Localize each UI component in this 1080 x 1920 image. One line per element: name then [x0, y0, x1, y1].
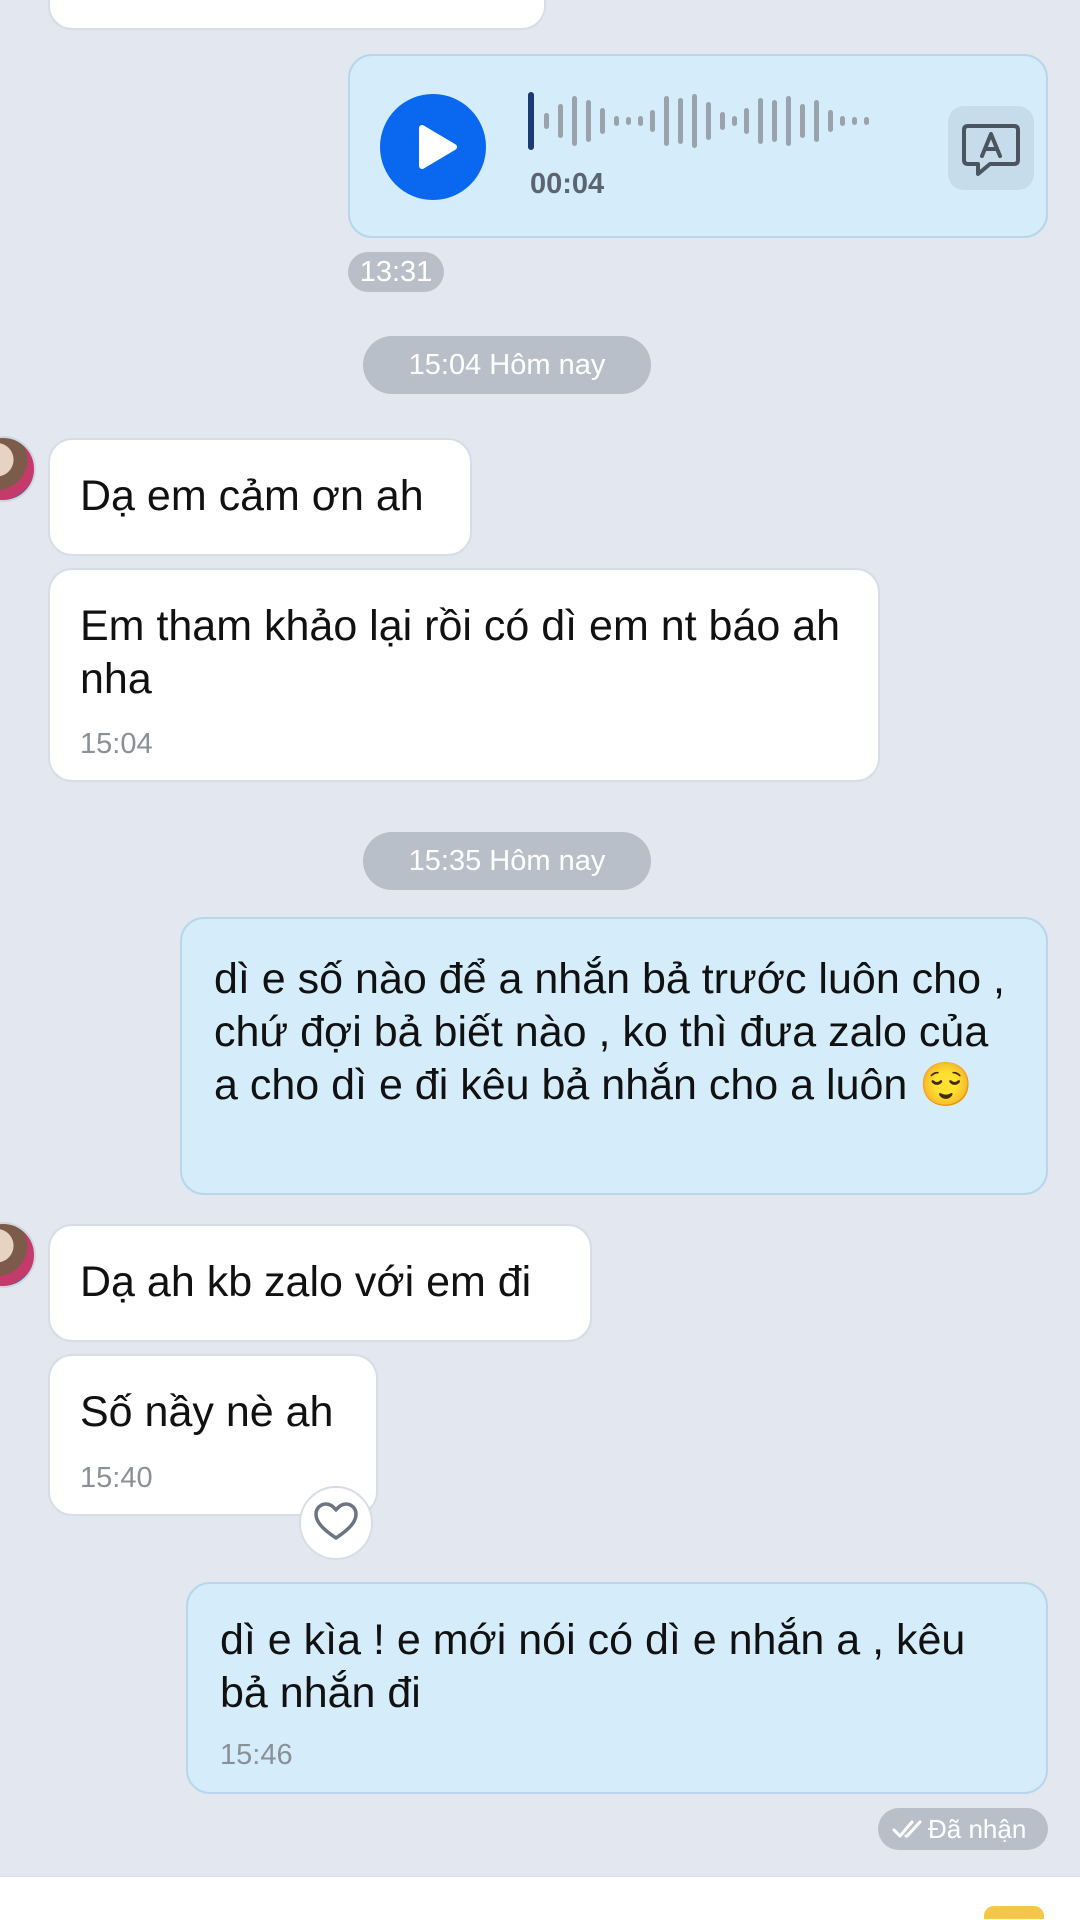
- message-bubble-incoming[interactable]: Em tham khảo lại rồi có dì em nt báo ah …: [48, 568, 880, 782]
- play-button[interactable]: [380, 94, 486, 200]
- speech-to-text-icon: [962, 124, 1020, 176]
- speech-to-text-button[interactable]: [948, 106, 1034, 190]
- sticker-button[interactable]: [984, 1906, 1044, 1919]
- message-text: Dạ em cảm ơn ah: [80, 472, 424, 520]
- heart-icon: [314, 1502, 358, 1540]
- message-text-content: dì e số nào để a nhắn bả trước luôn cho …: [214, 955, 1005, 1109]
- date-separator: 15:04 Hôm nay: [363, 336, 651, 394]
- message-time: 15:46: [220, 1739, 293, 1771]
- message-text: dì e số nào để a nhắn bả trước luôn cho …: [214, 953, 1024, 1112]
- message-text: Dạ ah kb zalo với em đi: [80, 1258, 532, 1306]
- voice-waveform[interactable]: [528, 86, 908, 156]
- previous-message-bubble[interactable]: [48, 0, 546, 30]
- message-bubble-outgoing[interactable]: dì e kìa ! e mới nói có dì e nhắn a , kê…: [186, 1582, 1048, 1794]
- message-time: 15:04: [80, 728, 153, 760]
- voice-message-bubble[interactable]: 00:04: [348, 54, 1048, 238]
- date-separator: 15:35 Hôm nay: [363, 832, 651, 890]
- message-bubble-incoming[interactable]: Dạ em cảm ơn ah: [48, 438, 472, 556]
- avatar[interactable]: [0, 436, 36, 502]
- received-status-label: Đã nhận: [928, 1814, 1027, 1844]
- message-text: Số nầy nè ah: [80, 1388, 334, 1436]
- avatar[interactable]: [0, 1222, 36, 1288]
- composer-bar[interactable]: [0, 1876, 1080, 1920]
- relieved-face-emoji: 😌: [919, 1061, 973, 1109]
- message-text: dì e kìa ! e mới nói có dì e nhắn a , kê…: [220, 1616, 966, 1717]
- react-button[interactable]: [299, 1486, 373, 1560]
- message-bubble-incoming[interactable]: Dạ ah kb zalo với em đi: [48, 1224, 592, 1342]
- double-check-icon: [892, 1820, 922, 1838]
- message-text: Em tham khảo lại rồi có dì em nt báo ah …: [80, 602, 841, 703]
- play-icon: [419, 125, 457, 169]
- voice-message-time: 13:31: [348, 252, 444, 292]
- message-bubble-outgoing[interactable]: dì e số nào để a nhắn bả trước luôn cho …: [180, 917, 1048, 1195]
- voice-duration: 00:04: [530, 168, 605, 200]
- received-status-badge: Đã nhận: [878, 1808, 1048, 1850]
- message-time: 15:40: [80, 1462, 153, 1494]
